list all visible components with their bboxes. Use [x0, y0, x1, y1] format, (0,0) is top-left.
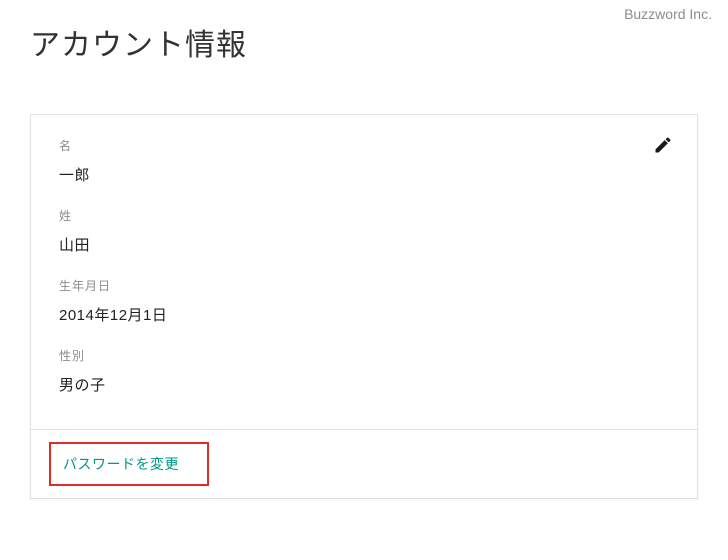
highlight-annotation: パスワードを変更 [49, 442, 209, 486]
field-value: 2014年12月1日 [59, 304, 669, 325]
card-body: 名 一郎 姓 山田 生年月日 2014年12月1日 性別 男の子 [31, 115, 697, 429]
field-last-name: 姓 山田 [59, 207, 669, 255]
field-birth-date: 生年月日 2014年12月1日 [59, 277, 669, 325]
field-label: 名 [59, 137, 669, 154]
change-password-link[interactable]: パスワードを変更 [63, 456, 179, 472]
edit-icon[interactable] [653, 135, 673, 155]
field-gender: 性別 男の子 [59, 347, 669, 395]
account-info-card: 名 一郎 姓 山田 生年月日 2014年12月1日 性別 男の子 パスワードを変… [30, 114, 698, 499]
watermark-text: Buzzword Inc. [624, 6, 712, 22]
field-value: 一郎 [59, 164, 669, 185]
field-first-name: 名 一郎 [59, 137, 669, 185]
field-value: 男の子 [59, 374, 669, 395]
page-title: アカウント情報 [0, 0, 728, 64]
field-value: 山田 [59, 234, 669, 255]
card-footer: パスワードを変更 [31, 429, 697, 498]
field-label: 生年月日 [59, 277, 669, 294]
field-label: 姓 [59, 207, 669, 224]
field-label: 性別 [59, 347, 669, 364]
